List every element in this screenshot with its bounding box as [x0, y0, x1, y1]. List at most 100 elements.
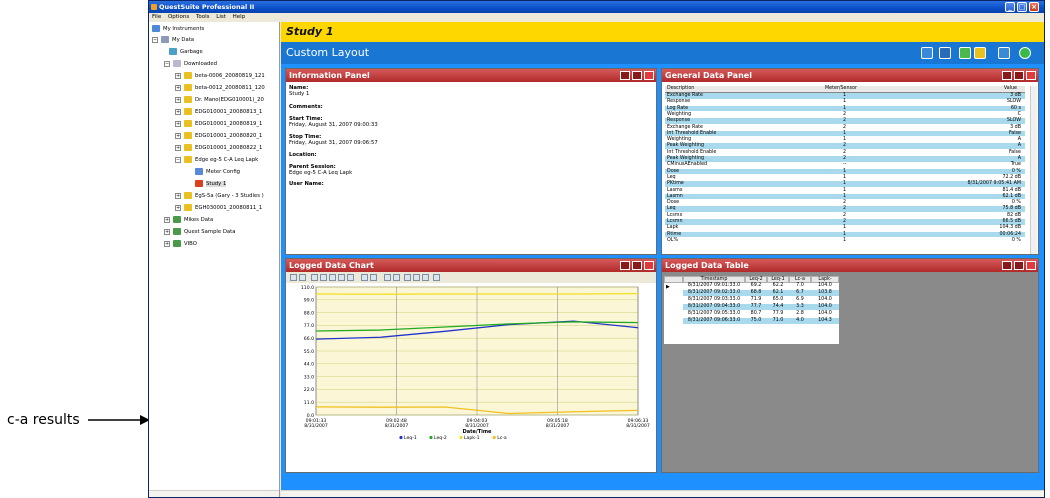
table-row[interactable]: Exchange Rate 1 3 dB — [665, 93, 1025, 99]
tree-item-garbage[interactable]: Garbage — [169, 48, 203, 57]
table-row[interactable]: Leq 1 72.2 dB — [665, 175, 1025, 181]
panel-close-button[interactable] — [644, 261, 654, 270]
panel-maximize-button[interactable] — [1014, 261, 1024, 270]
table-row[interactable]: Weighting 1 A — [665, 137, 1025, 143]
save-icon[interactable] — [290, 274, 297, 281]
table-row[interactable]: Peak Weighting 2 A — [665, 143, 1025, 149]
legend-icon[interactable] — [384, 274, 391, 281]
table-row[interactable]: Dose 2 0 % — [665, 200, 1025, 206]
main-horizontal-scrollbar[interactable] — [281, 490, 1044, 497]
table-row[interactable]: Lcsmn 2 66.5 dB — [665, 219, 1025, 225]
tree-item-session[interactable]: + EDG010001_20080813_1 — [175, 108, 262, 117]
table-row[interactable]: Rtime 1 00:06:24 — [665, 231, 1025, 238]
table-row[interactable]: PKtime 1 8/31/2007 9:05:41 AM — [665, 181, 1025, 187]
table-row[interactable]: CMinusAEnabled -- True — [665, 162, 1025, 168]
collapse-toggle[interactable]: − — [164, 60, 170, 67]
panel-maximize-button[interactable] — [1014, 71, 1024, 80]
tree-item-session[interactable]: − Edge eg-5 C-A Leq Lapk — [175, 156, 258, 165]
folder-icon[interactable] — [974, 47, 986, 59]
table-row[interactable]: Lapk 1 104.3 dB — [665, 225, 1025, 231]
table-view-icon[interactable] — [413, 274, 420, 281]
grid-icon[interactable] — [361, 274, 368, 281]
table-row[interactable]: Lasmn 1 62.1 dB — [665, 193, 1025, 200]
expand-toggle[interactable]: + — [175, 84, 181, 91]
axis-icon[interactable] — [370, 274, 377, 281]
general-data-vertical-scrollbar[interactable] — [1030, 86, 1037, 254]
panel-maximize-button[interactable] — [632, 71, 642, 80]
table-row[interactable]: Exchange Rate 2 3 dB — [665, 125, 1025, 131]
panel-minimize-button[interactable] — [1002, 261, 1012, 270]
close-button[interactable]: × — [1029, 2, 1039, 12]
series-icon[interactable] — [393, 274, 400, 281]
expand-toggle[interactable]: + — [175, 96, 181, 103]
tree-item-session[interactable]: + Dr. Mano(EDG010001)_20 — [175, 96, 264, 105]
column-header-timestamp[interactable]: Timestamp — [683, 276, 745, 283]
tree-item-session[interactable]: + EDG010001_20080819_1 — [175, 120, 262, 129]
expand-toggle[interactable]: + — [175, 108, 181, 115]
tree-item-session[interactable]: + EDG010001_20080820_1 — [175, 132, 262, 141]
tree-item-mikes-data[interactable]: + Mikes Data — [164, 216, 213, 225]
pointer-icon[interactable] — [311, 274, 318, 281]
expand-toggle[interactable]: + — [175, 72, 181, 79]
zoom-icon[interactable] — [329, 274, 336, 281]
panel-minimize-button[interactable] — [620, 71, 630, 80]
tree-item-my-data[interactable]: − My Data — [152, 36, 194, 45]
chart-type-icon[interactable] — [404, 274, 411, 281]
panel-maximize-button[interactable] — [632, 261, 642, 270]
table-row[interactable]: Peak Weighting 2 A — [665, 156, 1025, 162]
column-header-lc-a[interactable]: Lc-a — [789, 276, 811, 283]
panel-minimize-button[interactable] — [620, 261, 630, 270]
help-icon[interactable] — [1019, 47, 1031, 59]
crosshair-icon[interactable] — [338, 274, 345, 281]
title-bar[interactable]: QuestSuite Professional II _ □ × — [149, 1, 1044, 13]
table-row[interactable]: Int Threshold Enable 1 False — [665, 130, 1025, 137]
expand-toggle[interactable]: + — [175, 120, 181, 127]
table-row[interactable]: OL% 1 0 % — [665, 238, 1025, 244]
minimize-button[interactable]: _ — [1005, 2, 1015, 12]
column-header-leq-1[interactable]: Leq-1 — [767, 276, 789, 283]
tree-item-session[interactable]: + EgS-5a (Gary - 3 Studies ) — [175, 192, 264, 201]
tree-item-study-1[interactable]: Study 1 — [195, 180, 227, 189]
table-row[interactable]: Lasmx 1 81.4 dB — [665, 188, 1025, 194]
expand-toggle[interactable]: + — [175, 144, 181, 151]
tree-item-my-instruments[interactable]: My Instruments — [152, 25, 204, 34]
collapse-toggle[interactable]: − — [152, 36, 158, 43]
column-header-lapk[interactable]: Lapk- — [811, 276, 839, 283]
table-row[interactable]: Log Rate 1 60 s — [665, 105, 1025, 112]
panel-close-button[interactable] — [1026, 261, 1036, 270]
menu-list[interactable]: List — [216, 14, 226, 20]
table-row[interactable]: Weighting 2 C — [665, 112, 1025, 118]
table-icon[interactable] — [939, 47, 951, 59]
tree-item-session[interactable]: + EDG010001_20080822_1 — [175, 144, 262, 153]
column-header-leq-2[interactable]: Leq-2 — [745, 276, 767, 283]
maximize-button[interactable]: □ — [1017, 2, 1027, 12]
properties-icon[interactable] — [422, 274, 429, 281]
layout-icon[interactable] — [921, 47, 933, 59]
expand-toggle[interactable]: + — [164, 228, 170, 235]
tree-item-meter-config[interactable]: Meter Config — [195, 168, 240, 177]
table-row[interactable]: Response 2 SLOW — [665, 118, 1025, 124]
tree-horizontal-scrollbar[interactable] — [149, 490, 279, 497]
tree-item-session[interactable]: + EGH030001_20080811_1 — [175, 204, 262, 213]
expand-toggle[interactable]: + — [164, 240, 170, 247]
columns-icon[interactable] — [433, 274, 440, 281]
expand-toggle[interactable]: + — [164, 216, 170, 223]
expand-toggle[interactable]: + — [175, 132, 181, 139]
panel-close-button[interactable] — [644, 71, 654, 80]
tree-item-quest-sample-data[interactable]: + Quest Sample Data — [164, 228, 236, 237]
logged-data-chart[interactable]: 0.0 11.0 22.0 33.0 44.0 55.0 66.0 77.0 88.0 99.0 1… — [286, 283, 656, 472]
menu-file[interactable]: File — [152, 14, 161, 20]
collapse-toggle[interactable]: − — [175, 156, 181, 163]
marker-icon[interactable] — [347, 274, 354, 281]
print-icon[interactable] — [299, 274, 306, 281]
panel-minimize-button[interactable] — [1002, 71, 1012, 80]
panel-close-button[interactable] — [1026, 71, 1036, 80]
table-row[interactable]: Response 1 SLOW — [665, 99, 1025, 105]
tree-item-downloaded[interactable]: − Downloaded — [164, 60, 217, 69]
tree-item-session[interactable]: + beta-0006_20080819_121 — [175, 72, 265, 81]
expand-toggle[interactable]: + — [175, 192, 181, 199]
table-row[interactable]: Lcsmx 2 82 dB — [665, 213, 1025, 219]
menu-tools[interactable]: Tools — [196, 14, 210, 20]
column-header-value[interactable]: Value — [1004, 86, 1017, 92]
export-icon[interactable] — [998, 47, 1010, 59]
